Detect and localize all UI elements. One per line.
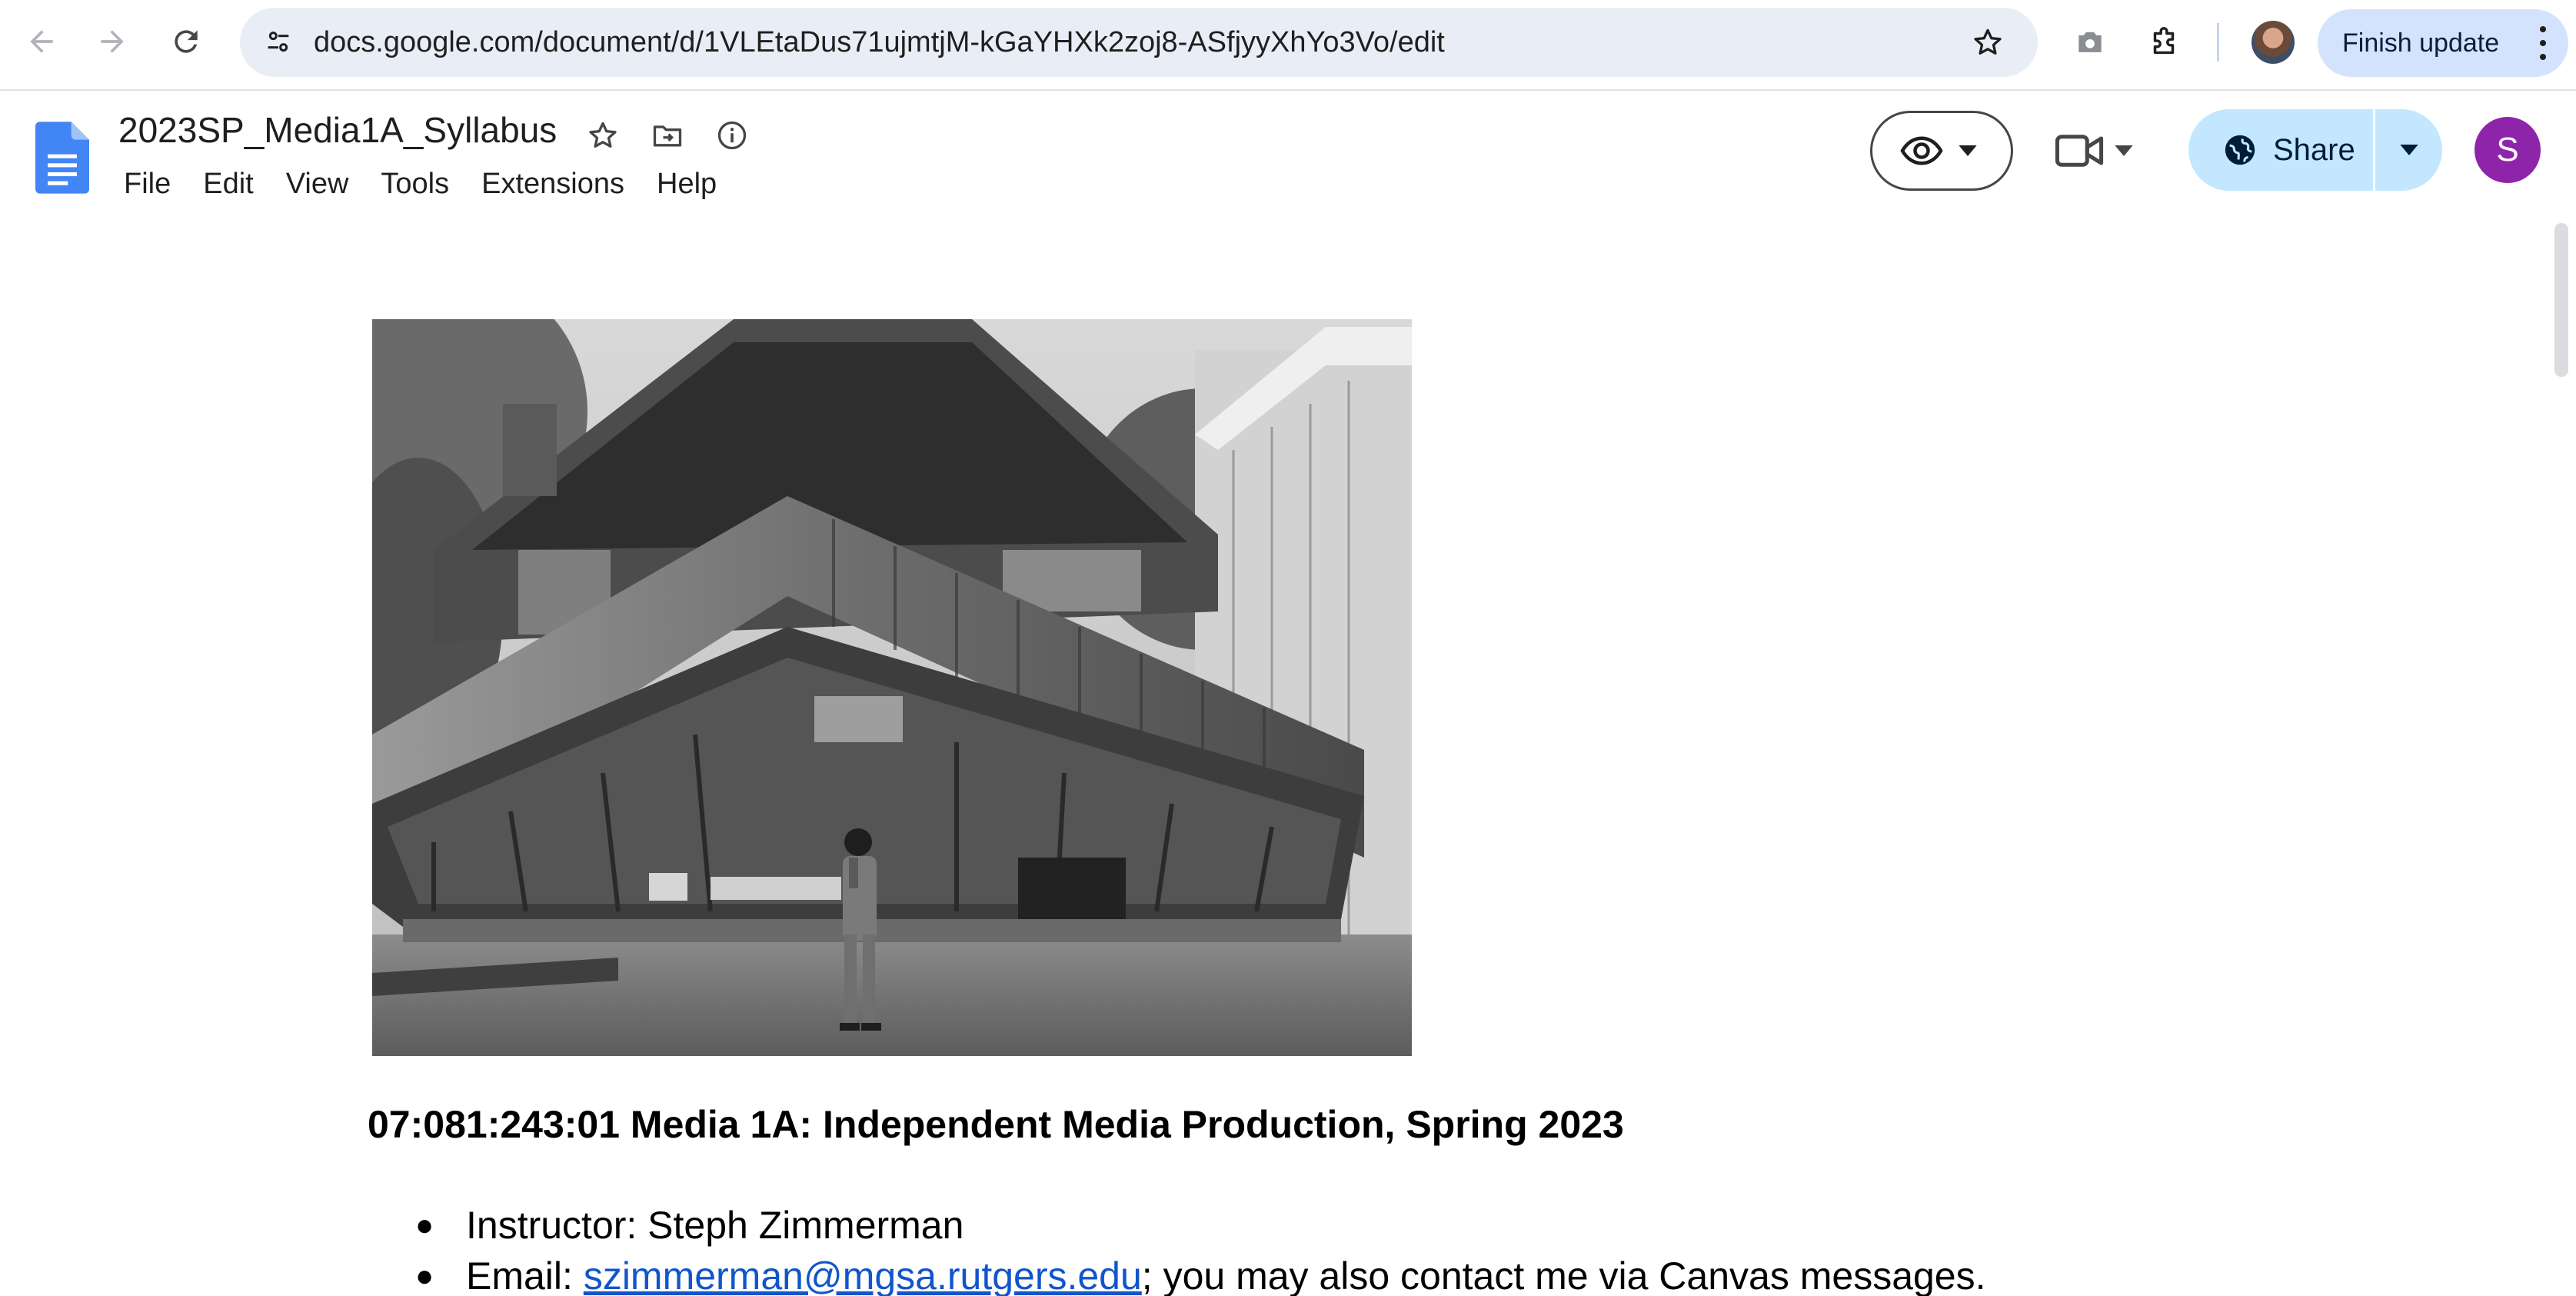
extensions-button[interactable] <box>2141 19 2187 65</box>
site-info-button[interactable] <box>257 21 300 64</box>
star-outline-icon <box>1974 28 2002 55</box>
toolbar-divider <box>2217 23 2219 62</box>
list-item-instructor[interactable]: ● Instructor: Steph Zimmerman <box>415 1202 1986 1253</box>
puzzle-icon <box>2153 27 2175 55</box>
caret-down-icon <box>1959 145 1977 156</box>
meet-button[interactable] <box>2055 123 2147 178</box>
bullet-icon: ● <box>415 1208 434 1242</box>
share-button-group: Share <box>2188 109 2442 191</box>
address-bar[interactable]: docs.google.com/document/d/1VLEtaDus71uj… <box>240 8 2038 77</box>
share-options-button[interactable] <box>2375 109 2442 191</box>
document-title[interactable]: 2023SP_Media1A_Syllabus <box>118 109 557 151</box>
email-prefix: Email: <box>466 1254 584 1296</box>
upside-down-house-photo <box>372 319 1412 1056</box>
reload-button[interactable] <box>161 17 211 66</box>
document-canvas[interactable]: 07:081:243:01 Media 1A: Independent Medi… <box>0 215 2576 1296</box>
menu-help[interactable]: Help <box>641 163 733 209</box>
folder-move-icon <box>653 125 682 147</box>
eye-icon <box>1900 136 1943 165</box>
arrow-right-icon <box>101 30 124 53</box>
url-text[interactable]: docs.google.com/document/d/1VLEtaDus71uj… <box>314 8 1445 77</box>
star-document-button[interactable] <box>583 115 623 155</box>
bullet-icon: ● <box>415 1259 434 1293</box>
menu-edit[interactable]: Edit <box>187 163 269 209</box>
google-docs-icon[interactable] <box>35 122 89 194</box>
docs-header: 2023SP_Media1A_Syllabus File Edit View T… <box>0 92 2576 215</box>
tune-icon <box>268 32 289 52</box>
globe-icon <box>2225 135 2255 165</box>
move-document-button[interactable] <box>647 115 687 155</box>
menu-view[interactable]: View <box>270 163 365 209</box>
vertical-dots-icon <box>2539 26 2547 60</box>
camera-icon <box>2078 32 2102 52</box>
finish-update-button[interactable]: Finish update <box>2318 9 2568 77</box>
account-avatar[interactable]: S <box>2474 117 2541 183</box>
course-info-list: ● Instructor: Steph Zimmerman ● Email: s… <box>415 1202 1986 1296</box>
menu-file[interactable]: File <box>108 163 187 209</box>
share-button[interactable]: Share <box>2188 109 2373 191</box>
share-label: Share <box>2273 132 2355 167</box>
document-details-button[interactable] <box>712 115 752 155</box>
menu-tools[interactable]: Tools <box>364 163 465 209</box>
document-photo[interactable] <box>372 319 1412 1056</box>
caret-down-icon <box>2115 145 2133 156</box>
info-icon <box>717 121 747 150</box>
back-button[interactable] <box>17 17 66 66</box>
star-outline-icon <box>589 122 617 148</box>
caret-down-icon <box>2399 145 2418 155</box>
email-suffix: ; you may also contact me via Canvas mes… <box>1141 1254 1986 1296</box>
list-item-email[interactable]: ● Email: szimmerman@mgsa.rutgers.edu; yo… <box>415 1253 1986 1296</box>
course-heading[interactable]: 07:081:243:01 Media 1A: Independent Medi… <box>368 1102 1624 1147</box>
arrow-left-icon <box>30 30 53 53</box>
editing-mode-button[interactable] <box>1870 111 2013 191</box>
forward-button[interactable] <box>88 17 137 66</box>
email-link[interactable]: szimmerman@mgsa.rutgers.edu <box>584 1254 1142 1296</box>
video-camera-icon <box>2055 135 2104 167</box>
menu-extensions[interactable]: Extensions <box>465 163 641 209</box>
bookmark-star-button[interactable] <box>1969 23 2007 62</box>
profile-avatar[interactable] <box>2252 21 2295 64</box>
scrollbar-thumb[interactable] <box>2554 223 2568 377</box>
instructor-text: Instructor: Steph Zimmerman <box>466 1204 964 1247</box>
menu-bar: File Edit View Tools Extensions Help <box>108 163 733 209</box>
browser-toolbar: docs.google.com/document/d/1VLEtaDus71uj… <box>0 0 2576 91</box>
screenshot-button[interactable] <box>2067 19 2113 65</box>
finish-update-label: Finish update <box>2342 28 2500 58</box>
reload-icon <box>175 30 198 53</box>
